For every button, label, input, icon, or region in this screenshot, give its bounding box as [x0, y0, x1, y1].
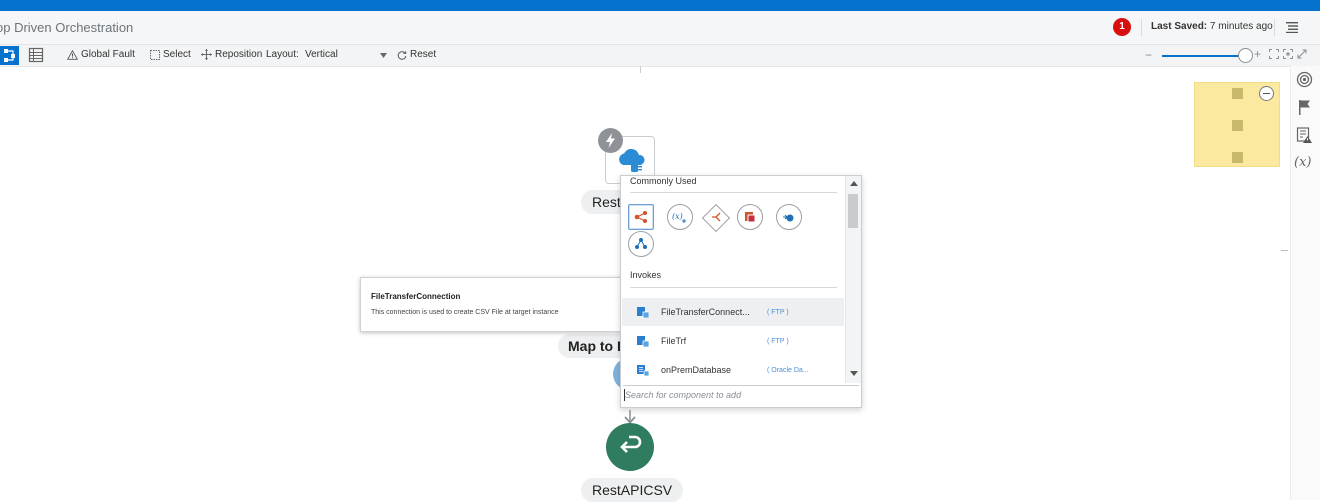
lightning-icon	[606, 133, 615, 148]
last-saved-status: Last Saved: 7 minutes ago	[1151, 21, 1273, 32]
layout-dropdown-chevron-icon[interactable]	[380, 53, 387, 58]
stage-file-action-button[interactable]	[737, 204, 763, 230]
variable-icon[interactable]: (x)	[1294, 155, 1316, 172]
tooltip-description: This connection is used to create CSV Fi…	[371, 309, 559, 316]
text-cursor	[624, 389, 625, 401]
last-saved-label: Last Saved:	[1151, 21, 1208, 32]
connector-stub	[1281, 250, 1288, 251]
minimap-node	[1232, 88, 1243, 99]
canvas-view-button[interactable]	[0, 46, 19, 65]
map-action-button[interactable]	[628, 204, 654, 230]
actual-size-icon[interactable]	[1283, 49, 1293, 59]
minimap[interactable]	[1194, 82, 1280, 167]
scroll-up-arrow-icon[interactable]	[850, 181, 858, 186]
expand-icon[interactable]	[1297, 49, 1307, 59]
orchestration-view-icon	[4, 49, 15, 62]
invoke-type: ( FTP )	[767, 337, 789, 345]
canvas-toolbar: Global Fault Select Reposition Layout: V…	[0, 45, 1320, 67]
return-icon	[620, 435, 642, 453]
layout-value: Vertical	[305, 49, 338, 60]
target-icon[interactable]	[1296, 71, 1313, 88]
scroll-down-arrow-icon[interactable]	[850, 371, 858, 376]
minimap-collapse-button[interactable]	[1259, 86, 1274, 101]
divider	[630, 287, 837, 288]
select-label: Select	[163, 49, 191, 60]
invoke-name: FileTransferConnect...	[661, 307, 750, 317]
flow-arrow-down-icon	[624, 410, 636, 424]
warning-icon	[67, 49, 78, 60]
ftp-adapter-icon	[637, 335, 649, 347]
connector-line	[640, 66, 641, 73]
tooltip-title: FileTransferConnection	[371, 292, 461, 301]
fit-to-screen-icon[interactable]	[1269, 49, 1279, 59]
invoke-type: ( FTP )	[767, 308, 789, 316]
commonly-used-heading: Commonly Used	[630, 176, 697, 186]
invoke-name: onPremDatabase	[661, 365, 732, 375]
oracle-top-bar	[0, 0, 1320, 11]
layout-select[interactable]: Vertical	[305, 49, 338, 60]
reposition-label: Reposition	[215, 49, 263, 60]
add-action-popover: Commonly Used (x) Invokes FileTransferCo…	[620, 175, 862, 408]
last-saved-value: 7 minutes ago	[1209, 21, 1273, 32]
end-node-label[interactable]: RestAPICSV	[581, 478, 684, 502]
notification-icon	[635, 238, 647, 249]
for-each-action-button[interactable]	[776, 204, 802, 230]
invoke-item[interactable]: FileTransferConnect... ( FTP )	[622, 298, 844, 326]
global-fault-label: Global Fault	[81, 49, 135, 60]
end-node[interactable]	[606, 423, 654, 471]
move-icon	[201, 49, 212, 60]
hamburger-menu-icon[interactable]	[1286, 21, 1298, 33]
title-bar: op Driven Orchestration 1 Last Saved: 7 …	[0, 11, 1320, 45]
svg-text:(x): (x)	[672, 212, 683, 221]
stage-file-icon	[745, 212, 756, 223]
divider	[630, 192, 837, 193]
page-title: op Driven Orchestration	[0, 20, 134, 35]
divider	[1141, 19, 1142, 36]
assign-action-button[interactable]: (x)	[667, 204, 693, 230]
invoke-item[interactable]: onPremDatabase ( Oracle Da...	[622, 356, 844, 384]
switch-icon	[712, 212, 721, 222]
ftp-adapter-icon	[637, 306, 649, 318]
for-each-icon	[783, 214, 794, 222]
error-count-badge[interactable]: 1	[1113, 18, 1131, 36]
zoom-out-button[interactable]: −	[1145, 48, 1152, 62]
map-icon	[634, 211, 647, 223]
map-node-label[interactable]: Map to I	[558, 334, 621, 358]
select-button[interactable]: Select	[150, 49, 191, 60]
reset-button[interactable]: Reset	[397, 49, 436, 60]
notification-action-button[interactable]	[628, 231, 654, 257]
list-view-icon[interactable]	[28, 47, 44, 63]
flag-icon[interactable]	[1296, 99, 1313, 116]
select-icon	[150, 49, 160, 60]
database-adapter-icon	[637, 364, 649, 376]
component-search-input[interactable]	[623, 385, 859, 404]
zoom-in-button[interactable]: +	[1254, 47, 1261, 61]
global-fault-button[interactable]: Global Fault	[67, 49, 135, 60]
invoke-type: ( Oracle Da...	[767, 366, 809, 374]
minimap-node	[1232, 120, 1243, 131]
zoom-slider-track[interactable]	[1162, 55, 1245, 57]
scrollbar-thumb[interactable]	[848, 194, 858, 228]
trigger-badge	[598, 128, 623, 153]
zoom-controls	[1269, 49, 1307, 59]
layout-label: Layout:	[266, 49, 299, 60]
minimap-node	[1232, 152, 1243, 163]
popover-scrollbar[interactable]	[845, 176, 861, 383]
zoom-slider-handle[interactable]	[1238, 48, 1253, 63]
invoke-item[interactable]: FileTrf ( FTP )	[622, 327, 844, 355]
invokes-heading: Invokes	[630, 270, 662, 280]
divider	[1274, 19, 1275, 36]
reposition-button[interactable]: Reposition	[201, 49, 262, 60]
list-alert-icon[interactable]	[1296, 127, 1313, 144]
connection-tooltip: FileTransferConnection This connection i…	[360, 277, 629, 332]
assign-icon: (x)	[672, 212, 686, 223]
reset-label: Reset	[410, 49, 437, 60]
invoke-name: FileTrf	[661, 336, 687, 346]
reset-icon	[397, 50, 407, 60]
